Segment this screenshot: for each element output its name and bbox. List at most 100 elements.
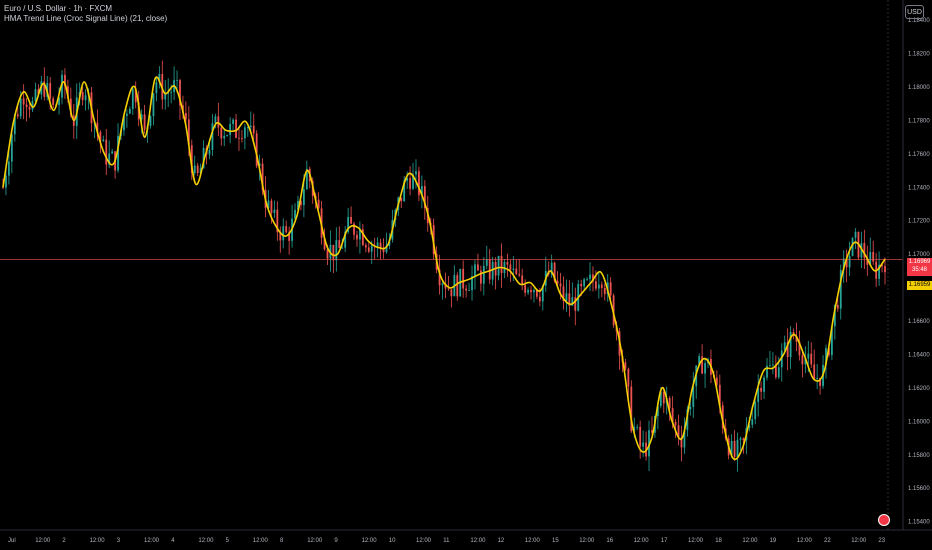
candle-body bbox=[506, 262, 509, 265]
candle-body bbox=[28, 107, 31, 110]
candle-body bbox=[282, 226, 285, 241]
candle-body bbox=[772, 364, 774, 366]
chart-legend: Euro / U.S. Dollar · 1h · FXCM HMA Trend… bbox=[4, 4, 167, 24]
candle-body bbox=[418, 171, 420, 196]
candle-body bbox=[5, 175, 7, 188]
candle-body bbox=[736, 439, 739, 457]
candle-body bbox=[872, 252, 875, 262]
candle-body bbox=[19, 98, 22, 117]
candle-body bbox=[193, 165, 196, 174]
candle-body bbox=[184, 113, 187, 120]
candle-body bbox=[379, 242, 382, 248]
candle-body bbox=[335, 240, 338, 261]
candle-body bbox=[642, 442, 645, 447]
x-tick-label: 12:00 bbox=[307, 538, 323, 544]
candle-body bbox=[223, 135, 226, 139]
candle-body bbox=[273, 209, 276, 213]
candle-body bbox=[152, 93, 155, 117]
candle-body bbox=[733, 440, 736, 457]
candle-body bbox=[285, 226, 288, 233]
candle-body bbox=[807, 353, 810, 359]
candle-body bbox=[662, 391, 665, 404]
candle-body bbox=[884, 266, 886, 273]
y-tick-label: 1.16400 bbox=[908, 352, 930, 358]
y-tick-label: 1.16600 bbox=[908, 319, 930, 325]
candle-body bbox=[16, 114, 19, 117]
y-tick-label: 1.16000 bbox=[908, 419, 930, 425]
candle-body bbox=[243, 127, 246, 139]
x-tick-label: 16 bbox=[606, 538, 613, 544]
candle-body bbox=[524, 284, 527, 293]
y-tick-label: 1.18000 bbox=[908, 85, 930, 91]
candle-body bbox=[595, 281, 597, 289]
candle-body bbox=[530, 289, 532, 293]
price-chart[interactable]: 1.184001.182001.180001.178001.176001.174… bbox=[0, 0, 932, 550]
candle-body bbox=[456, 275, 459, 297]
candle-body bbox=[52, 98, 55, 105]
candle-body bbox=[512, 268, 515, 270]
currency-button[interactable]: USD bbox=[905, 5, 924, 19]
candle-body bbox=[229, 123, 232, 135]
candle-body bbox=[226, 134, 229, 136]
candle-body bbox=[760, 387, 763, 392]
x-tick-label: 12:00 bbox=[144, 538, 160, 544]
candle-body bbox=[580, 283, 583, 287]
x-tick-label: 18 bbox=[715, 538, 722, 544]
candle-body bbox=[627, 368, 630, 387]
candle-body bbox=[376, 242, 379, 247]
candle-body bbox=[639, 426, 642, 447]
candle-body bbox=[518, 274, 521, 276]
candle-body bbox=[350, 216, 352, 224]
alert-icon[interactable] bbox=[878, 514, 890, 526]
last-price-value: 1.16969 bbox=[908, 259, 931, 265]
x-tick-label: 12:00 bbox=[579, 538, 595, 544]
candle-body bbox=[249, 125, 252, 128]
x-tick-label: 12 bbox=[498, 538, 505, 544]
y-tick-label: 1.18200 bbox=[908, 52, 930, 58]
candle-body bbox=[232, 119, 234, 124]
x-tick-label: 12:00 bbox=[688, 538, 704, 544]
candle-body bbox=[450, 289, 453, 297]
candle-body bbox=[105, 139, 108, 165]
candle-body bbox=[465, 288, 468, 291]
indicator-title[interactable]: HMA Trend Line (Croc Signal Line) (21, c… bbox=[4, 14, 167, 24]
candle-body bbox=[597, 284, 600, 289]
candle-body bbox=[538, 296, 541, 302]
symbol-title[interactable]: Euro / U.S. Dollar · 1h · FXCM bbox=[4, 4, 167, 14]
candle-body bbox=[81, 92, 84, 101]
candle-body bbox=[704, 363, 706, 374]
candle-body bbox=[813, 364, 816, 380]
candle-body bbox=[155, 82, 158, 94]
hma-price-tag: 1.16959 bbox=[907, 281, 932, 290]
candle-body bbox=[624, 362, 627, 369]
candle-body bbox=[468, 290, 470, 291]
candle-body bbox=[302, 189, 305, 206]
y-tick-label: 1.15800 bbox=[908, 453, 930, 459]
candle-body bbox=[367, 247, 370, 252]
candle-body bbox=[220, 127, 223, 139]
candles-layer bbox=[2, 60, 886, 472]
x-tick-label: 5 bbox=[226, 538, 230, 544]
x-tick-label: 22 bbox=[824, 538, 831, 544]
x-tick-label: 12:00 bbox=[634, 538, 650, 544]
y-tick-label: 1.17200 bbox=[908, 219, 930, 225]
candle-body bbox=[500, 255, 503, 274]
y-tick-label: 1.17600 bbox=[908, 152, 930, 158]
x-tick-label: 12:00 bbox=[362, 538, 378, 544]
candle-body bbox=[125, 113, 128, 116]
candle-body bbox=[565, 293, 568, 301]
candle-body bbox=[739, 438, 742, 440]
candle-body bbox=[196, 165, 199, 174]
candle-body bbox=[777, 367, 780, 378]
candle-body bbox=[816, 378, 819, 380]
candle-body bbox=[488, 259, 491, 280]
candle-body bbox=[143, 114, 146, 130]
candle-body bbox=[111, 151, 114, 154]
candle-body bbox=[482, 265, 485, 284]
x-tick-label: 8 bbox=[280, 538, 284, 544]
candle-body bbox=[586, 279, 588, 280]
x-tick-label: 17 bbox=[661, 538, 668, 544]
candle-body bbox=[170, 91, 173, 93]
candle-body bbox=[441, 283, 444, 286]
candle-body bbox=[674, 422, 677, 426]
